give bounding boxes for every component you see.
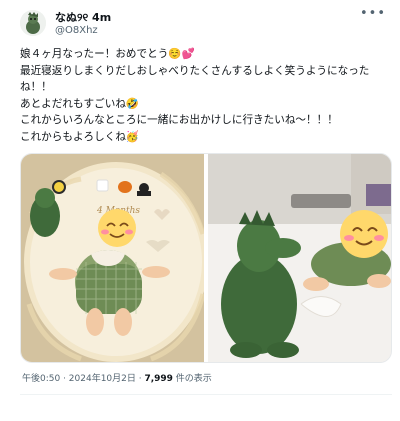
avatar[interactable] [20, 10, 46, 36]
views-count: 7,999 [144, 374, 173, 384]
post-line: これからいろんなところに一緒にお出かけしに行きたいね〜！！！ [20, 114, 338, 126]
post-line: ね！！ [20, 81, 52, 93]
divider [20, 394, 392, 395]
post-line: 最近寝返りしまくりだしおしゃべりたくさんするしよく笑うようになった [20, 64, 370, 77]
post-line: 娘４ヶ月なったー！おめでとう☺️💕 [20, 48, 195, 60]
photo-baby-flatlay[interactable]: 4 Months [21, 154, 208, 362]
photo-baby-with-plush[interactable] [208, 154, 391, 362]
dinosaur-avatar-icon [20, 10, 46, 36]
more-options-icon[interactable]: ••• [360, 6, 385, 24]
timestamp[interactable]: 午後0:50 · 2024年10月2日 · [22, 374, 144, 384]
display-name[interactable]: なぬ୨୧ 4m [55, 9, 111, 25]
smiley-sticker-icon [340, 210, 388, 258]
media-grid[interactable]: 4 Months [20, 153, 392, 363]
post-card: なぬ୨୧ 4m @O8Xhz ••• 娘４ヶ月なったー！おめでとう☺️💕 最近寝… [8, 0, 392, 421]
smiley-sticker-icon [98, 209, 136, 247]
post-meta: 午後0:50 · 2024年10月2日 · 7,999 件の表示 [22, 371, 212, 384]
post-line: あとよだれもすごいね🤣 [20, 97, 140, 110]
views-label: 件の表示 [172, 374, 212, 384]
post-line: これからもよろしくね🥳 [20, 130, 140, 143]
user-handle[interactable]: @O8Xhz [55, 25, 98, 36]
post-text: 娘４ヶ月なったー！おめでとう☺️💕 最近寝返りしまくりだしおしゃべりたくさんする… [20, 46, 388, 145]
